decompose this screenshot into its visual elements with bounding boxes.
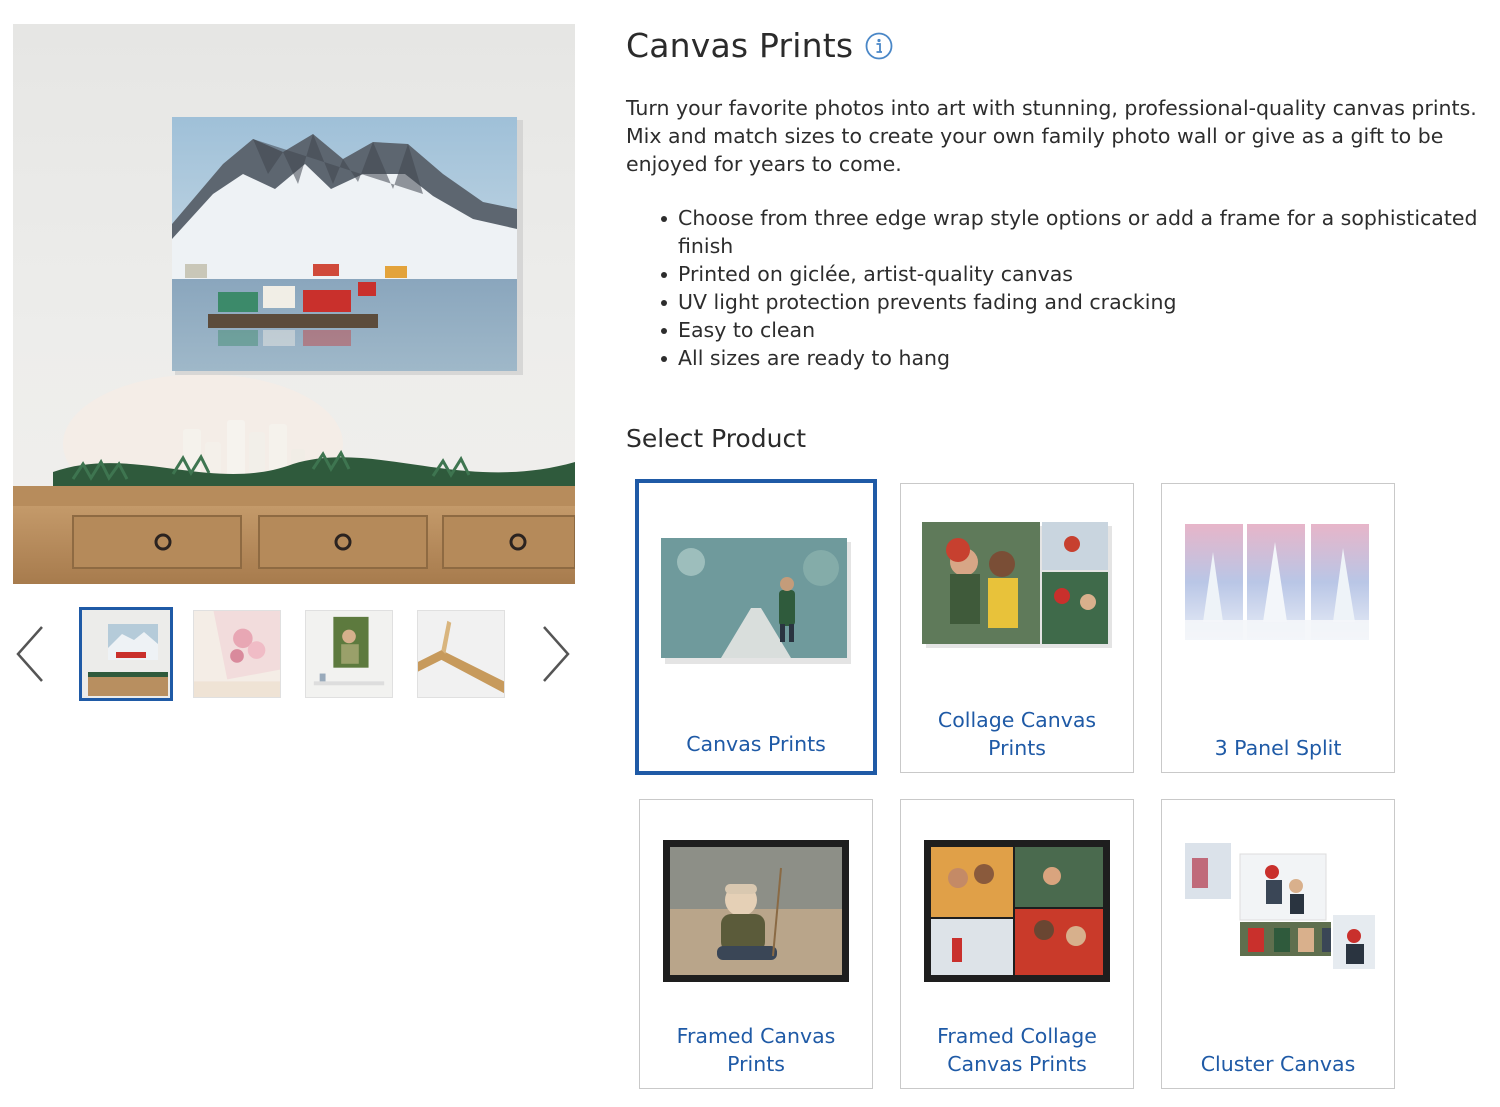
chevron-right-icon[interactable] — [538, 624, 574, 684]
thumb-blossom-canvas[interactable] — [193, 610, 281, 698]
product-option-label: 3 Panel Split — [1214, 736, 1342, 760]
chevron-left-icon[interactable] — [12, 624, 48, 684]
product-option-framed-canvas-prints[interactable]: Framed Canvas Prints — [639, 799, 873, 1089]
product-option-image — [1162, 838, 1394, 1008]
product-option-label: Canvas Prints — [686, 732, 826, 756]
thumb-mountain-canvas[interactable] — [79, 607, 173, 701]
product-option-image — [639, 538, 873, 708]
product-option-label: Cluster Canvas — [1200, 1052, 1356, 1076]
feature-list: Choose from three edge wrap style option… — [626, 204, 1496, 372]
feature-item: All sizes are ready to hang — [661, 344, 1496, 372]
product-option-image — [901, 838, 1133, 1008]
product-option-label: Collage Canvas Prints — [937, 708, 1097, 760]
select-product-heading: Select Product — [626, 424, 806, 453]
page-title: Canvas Prints — [626, 26, 893, 65]
product-option-image — [640, 838, 872, 1008]
feature-item: Printed on giclée, artist-quality canvas — [661, 260, 1496, 288]
thumb-canvas-edge[interactable] — [417, 610, 505, 698]
product-description: Turn your favorite photos into art with … — [626, 96, 1477, 176]
feature-item: Easy to clean — [661, 316, 1496, 344]
main-product-image — [13, 24, 575, 584]
product-option-label: Framed Canvas Prints — [676, 1024, 836, 1076]
product-option-3-panel-split[interactable]: 3 Panel Split — [1161, 483, 1395, 773]
feature-item: Choose from three edge wrap style option… — [661, 204, 1496, 260]
feature-item: UV light protection prevents fading and … — [661, 288, 1496, 316]
product-option-canvas-prints[interactable]: Canvas Prints — [635, 479, 877, 775]
product-option-label: Framed Collage Canvas Prints — [937, 1024, 1097, 1076]
product-option-collage-canvas-prints[interactable]: Collage Canvas Prints — [900, 483, 1134, 773]
page-title-text: Canvas Prints — [626, 26, 854, 65]
thumbnail-carousel — [0, 598, 600, 708]
thumb-family-canvas[interactable] — [305, 610, 393, 698]
product-option-image — [901, 522, 1133, 692]
product-option-image — [1162, 522, 1394, 692]
info-circle-icon[interactable] — [865, 32, 893, 60]
product-option-framed-collage-canvas-prints[interactable]: Framed Collage Canvas Prints — [900, 799, 1134, 1089]
product-option-cluster-canvas[interactable]: Cluster Canvas — [1161, 799, 1395, 1089]
